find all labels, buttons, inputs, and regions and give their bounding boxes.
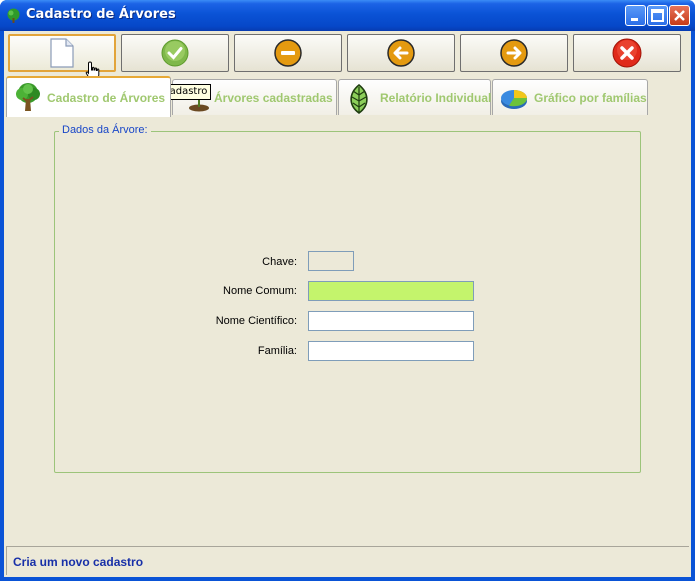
leaf-icon (350, 83, 368, 114)
title-bar[interactable]: Cadastro de Árvores (0, 0, 695, 31)
maximize-icon (651, 9, 664, 22)
nome-comum-field[interactable] (308, 281, 474, 301)
window-client-area: Cadastro de Árvores Árvores cadastradas … (4, 31, 691, 577)
orange-left-arrow-icon (387, 39, 415, 67)
nome-cientifico-label: Nome Científico: (215, 315, 297, 327)
green-check-icon (161, 39, 189, 67)
close-button[interactable] (669, 5, 690, 26)
orange-minus-icon (274, 39, 302, 67)
tab-label: Cadastro de Árvores (47, 91, 166, 105)
nome-cientifico-field[interactable] (308, 311, 474, 331)
chave-field[interactable] (308, 251, 354, 271)
red-x-icon (612, 38, 642, 68)
previous-button[interactable] (347, 34, 455, 72)
group-title: Dados da Árvore: (59, 124, 151, 136)
orange-right-arrow-icon (500, 39, 528, 67)
minimize-button[interactable] (625, 5, 646, 26)
pie-chart-icon (501, 90, 528, 109)
tab-panel: Dados da Árvore: Chave: Nome Comum: Nome… (6, 116, 689, 539)
tab-grafico-por-familias[interactable]: Gráfico por famílias (492, 79, 648, 115)
maximize-button[interactable] (647, 5, 668, 26)
delete-button[interactable] (234, 34, 342, 72)
tab-relatorio-individual[interactable]: Relatório Individual (338, 79, 491, 115)
familia-label: Família: (257, 345, 297, 357)
new-document-icon (50, 38, 74, 68)
tab-cadastro-de-arvores[interactable]: Cadastro de Árvores (6, 76, 171, 117)
chave-label: Chave: (262, 256, 297, 268)
save-button[interactable] (121, 34, 229, 72)
tree-data-group: Dados da Árvore: Chave: Nome Comum: Nome… (54, 124, 641, 473)
tab-label: Relatório Individual (380, 91, 492, 105)
tree-app-icon (7, 8, 20, 23)
familia-field[interactable] (308, 341, 474, 361)
close-icon (674, 10, 685, 21)
next-button[interactable] (460, 34, 568, 72)
status-bar: Cria um novo cadastro (6, 546, 689, 575)
tab-label: Árvores cadastradas (214, 91, 333, 105)
cancel-button[interactable] (573, 34, 681, 72)
window-title: Cadastro de Árvores (26, 7, 176, 22)
tab-label: Gráfico por famílias (534, 91, 647, 105)
status-text: Cria um novo cadastro (13, 555, 144, 569)
minimize-icon (631, 18, 638, 21)
application-window: Cadastro de Árvores Cadastro de Árvores … (0, 0, 695, 581)
tree-icon (16, 83, 40, 111)
nome-comum-label: Nome Comum: (223, 285, 297, 297)
